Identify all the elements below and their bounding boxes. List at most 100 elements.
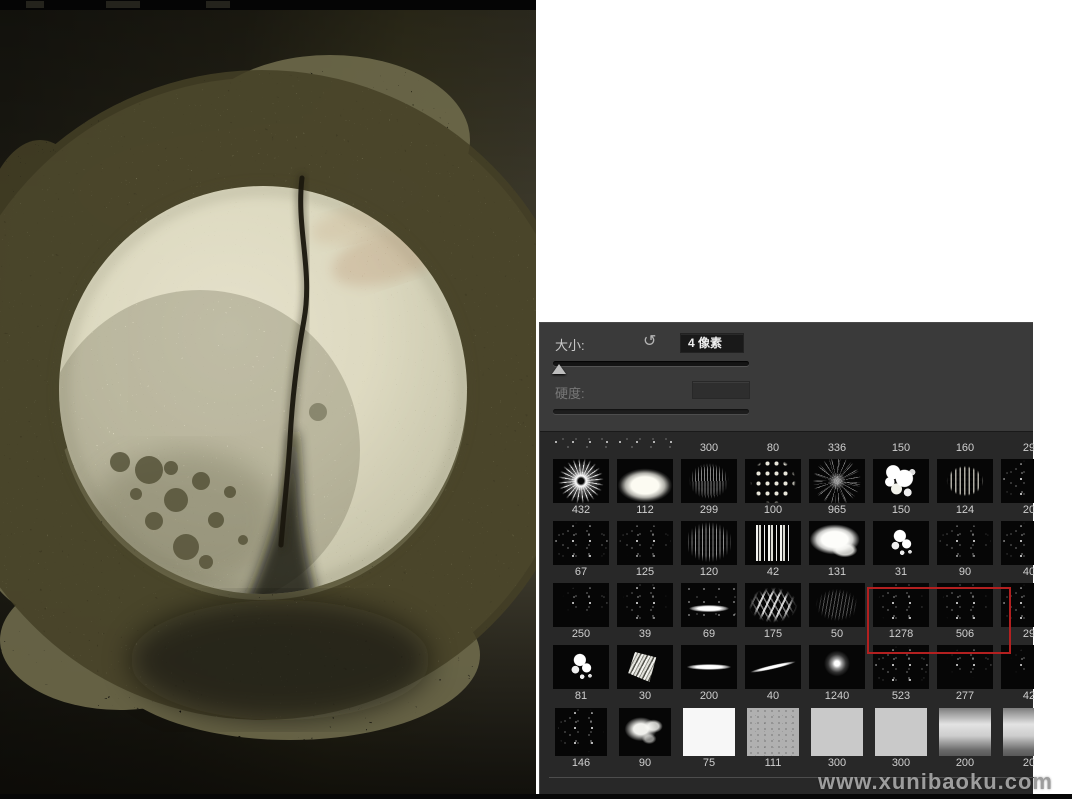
brush-cell-partial[interactable]: 336 — [805, 434, 869, 456]
brush-cell[interactable]: 175 — [741, 580, 805, 642]
brush-cell-partial[interactable]: 80 — [741, 434, 805, 456]
brush-cell[interactable]: 39 — [613, 580, 677, 642]
brush-thumbnail-fragment — [617, 437, 673, 448]
brush-cell[interactable]: 150 — [869, 456, 933, 518]
brush-size-label: 965 — [805, 504, 869, 517]
brush-thumbnail-cloud-icon — [809, 521, 865, 565]
menu-text-remnant — [206, 1, 230, 8]
brush-thumbnail-speckle-icon — [1001, 521, 1034, 565]
brush-cell[interactable]: 42 — [997, 642, 1034, 704]
painting-canvas[interactable] — [0, 0, 536, 799]
brush-cell[interactable]: 100 — [741, 456, 805, 518]
brush-thumbnail-flat-icon — [811, 708, 863, 756]
brush-cell[interactable]: 1278 — [869, 580, 933, 642]
workspace-background: 大小: ↺ 4 像素 硬度: 3008033615016029432112299… — [536, 0, 1072, 799]
brush-thumbnail-vgrad-icon — [1003, 708, 1034, 756]
brush-cell[interactable]: 20 — [997, 704, 1034, 777]
brush-size-label: 90 — [933, 566, 997, 579]
brush-size-label: 29 — [997, 628, 1034, 641]
screenshot-root: 大小: ↺ 4 像素 硬度: 3008033615016029432112299… — [0, 0, 1072, 799]
brush-cell[interactable]: 506 — [933, 580, 997, 642]
brush-cell[interactable]: 200 — [677, 642, 741, 704]
size-slider[interactable] — [553, 361, 749, 366]
brush-cell[interactable]: 1240 — [805, 642, 869, 704]
brush-thumbnail-mottle-icon — [873, 583, 929, 627]
brush-size-label: 67 — [549, 566, 613, 579]
brush-size-label: 69 — [677, 628, 741, 641]
brush-cell[interactable]: 75 — [677, 704, 741, 777]
brush-thumbnail-noise-icon — [747, 708, 799, 756]
size-slider-thumb[interactable] — [552, 364, 566, 374]
brush-size-label: 90 — [613, 757, 677, 770]
brush-cell[interactable]: 111 — [741, 704, 805, 777]
brush-size-label: 506 — [933, 628, 997, 641]
brush-size-label: 111 — [741, 757, 805, 770]
hardness-slider — [553, 409, 749, 414]
brush-cell[interactable]: 67 — [549, 518, 613, 580]
brush-cell-partial[interactable] — [549, 434, 613, 456]
hardness-label: 硬度: — [555, 383, 585, 402]
brush-cell[interactable]: 20 — [997, 456, 1034, 518]
brush-size-label: 40 — [741, 690, 805, 703]
brush-cell[interactable]: 125 — [613, 518, 677, 580]
brush-cell[interactable]: 30 — [613, 642, 677, 704]
brush-cell[interactable]: 69 — [677, 580, 741, 642]
brush-cell[interactable]: 250 — [549, 580, 613, 642]
brush-cell[interactable]: 146 — [549, 704, 613, 777]
brush-cell[interactable]: 300 — [869, 704, 933, 777]
brush-thumbnail-dotcluster-icon — [617, 583, 673, 627]
brush-size-label: 100 — [741, 504, 805, 517]
brush-cell-partial[interactable]: 150 — [869, 434, 933, 456]
watermark-text: www.xunibaoku.com — [818, 769, 1053, 795]
brush-thumbnail-streakblob-icon — [681, 583, 737, 627]
brush-cell[interactable]: 90 — [933, 518, 997, 580]
brush-cell[interactable]: 40 — [741, 642, 805, 704]
menu-bar-remnant — [0, 0, 536, 10]
brush-cell-partial[interactable] — [613, 434, 677, 456]
size-value-box[interactable]: 4 像素 — [680, 333, 744, 353]
brush-size-label: 250 — [549, 628, 613, 641]
brush-size-label: 160 — [933, 442, 997, 454]
brush-thumbnail-scratch-icon — [809, 459, 865, 503]
brush-cell[interactable]: 90 — [613, 704, 677, 777]
brush-cell[interactable]: 40 — [997, 518, 1034, 580]
brush-thumbnail-mottle-icon — [555, 708, 607, 756]
brush-size-label: 31 — [869, 566, 933, 579]
brush-cell[interactable]: 81 — [549, 642, 613, 704]
brush-cell[interactable]: 200 — [933, 704, 997, 777]
brush-size-label: 20 — [997, 504, 1034, 517]
brush-thumbnail-chunks-icon — [873, 459, 929, 503]
brush-cell[interactable]: 31 — [869, 518, 933, 580]
brush-cell[interactable]: 112 — [613, 456, 677, 518]
brush-thumbnail-softblob-icon — [617, 459, 673, 503]
brush-thumbnail-spray-icon — [1001, 645, 1034, 689]
brush-thumbnail-vgrad-icon — [939, 708, 991, 756]
menu-text-remnant — [26, 1, 44, 8]
cracked-moon-painting — [0, 0, 536, 799]
brush-cell[interactable]: 29 — [997, 580, 1034, 642]
brush-cell[interactable]: 277 — [933, 642, 997, 704]
brush-cell[interactable]: 300 — [805, 704, 869, 777]
brush-cell[interactable]: 523 — [869, 642, 933, 704]
brush-cell[interactable]: 120 — [677, 518, 741, 580]
brush-cell-partial[interactable]: 29 — [997, 434, 1034, 456]
brush-cell[interactable]: 131 — [805, 518, 869, 580]
size-label: 大小: — [555, 335, 585, 354]
brush-thumbnail-barcode-icon — [745, 521, 801, 565]
reset-icon[interactable]: ↺ — [643, 332, 656, 352]
brush-cell[interactable]: 965 — [805, 456, 869, 518]
brush-thumbnail-speckle-icon — [1001, 583, 1034, 627]
brush-grid[interactable]: 3008033615016029432112299100965150124206… — [549, 434, 1034, 794]
brush-thumbnail-speckle-icon — [873, 645, 929, 689]
brush-cell[interactable]: 50 — [805, 580, 869, 642]
brush-size-label: 39 — [613, 628, 677, 641]
brush-thumbnail-mottle-icon — [937, 583, 993, 627]
brush-cell-partial[interactable]: 300 — [677, 434, 741, 456]
brush-cell[interactable]: 432 — [549, 456, 613, 518]
brush-thumbnail-rain-icon — [681, 521, 737, 565]
brush-cell[interactable]: 124 — [933, 456, 997, 518]
brush-cell-partial[interactable]: 160 — [933, 434, 997, 456]
brush-cell[interactable]: 299 — [677, 456, 741, 518]
brush-size-label: 432 — [549, 504, 613, 517]
brush-cell[interactable]: 42 — [741, 518, 805, 580]
